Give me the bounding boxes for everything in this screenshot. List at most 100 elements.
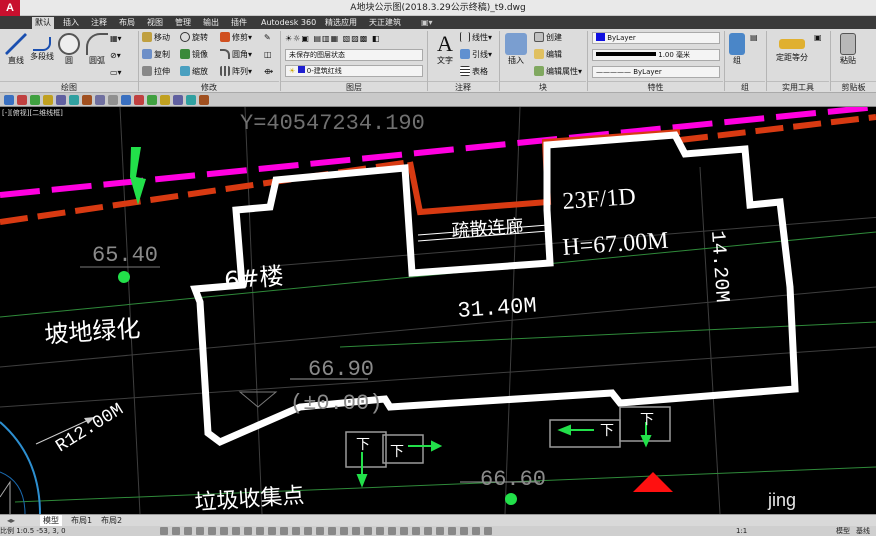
status-toggle-icon[interactable] [196, 527, 204, 535]
layer-state-dropdown[interactable]: 未保存的图层状态 [285, 49, 423, 61]
quick-calc-icon[interactable]: ▣ [814, 31, 822, 45]
tangent-tool-icon[interactable] [17, 95, 27, 105]
groups-panel-title[interactable]: 组 [725, 81, 765, 92]
utilities-panel-title[interactable]: 实用工具 [767, 81, 829, 92]
tangent-tool-icon[interactable] [121, 95, 131, 105]
edit-block-button[interactable]: 编辑 [534, 48, 562, 62]
status-toggle-icon[interactable] [256, 527, 264, 535]
trim-button[interactable]: 修剪▾ [220, 31, 252, 45]
status-toggle-icon[interactable] [472, 527, 480, 535]
tab-view[interactable]: 视图 [144, 17, 166, 29]
tab-autodesk360[interactable]: Autodesk 360 [258, 17, 319, 29]
status-toggle-icon[interactable] [352, 527, 360, 535]
tab-insert[interactable]: 插入 [60, 17, 82, 29]
move-button[interactable]: 移动 [142, 31, 170, 45]
copy-button[interactable]: 复制 [142, 48, 170, 62]
arc-tool[interactable]: 圆弧 [82, 31, 112, 77]
status-toggle-icon[interactable] [232, 527, 240, 535]
erase-icon[interactable]: ✎ [264, 31, 271, 45]
status-toggle-icon[interactable] [220, 527, 228, 535]
tab-annotate[interactable]: 注释 [88, 17, 110, 29]
measure-tool[interactable]: 定距等分 [772, 31, 812, 77]
layout-tab-model[interactable]: 模型 [40, 515, 62, 526]
status-toggle-icon[interactable] [340, 527, 348, 535]
status-toggle-icon[interactable] [448, 527, 456, 535]
region-icon[interactable]: ▭▾ [110, 66, 122, 80]
scale-button[interactable]: 缩放 [180, 65, 208, 79]
tangent-tool-icon[interactable] [186, 95, 196, 105]
status-toggle-icon[interactable] [460, 527, 468, 535]
status-toggle-icon[interactable] [304, 527, 312, 535]
status-toggle-icon[interactable] [244, 527, 252, 535]
tangent-tool-icon[interactable] [147, 95, 157, 105]
array-button[interactable]: 阵列▾ [220, 65, 252, 79]
properties-panel-title[interactable]: 特性 [588, 81, 723, 92]
status-toggle-icon[interactable] [400, 527, 408, 535]
tangent-tool-icon[interactable] [43, 95, 53, 105]
viewport-controls[interactable]: [-][俯视][二维线框] [2, 108, 63, 118]
status-toggle-icon[interactable] [424, 527, 432, 535]
tab-default[interactable]: 默认 [32, 17, 54, 29]
lineweight-dropdown[interactable]: 1.00 毫米 [592, 49, 720, 61]
tangent-tool-icon[interactable] [199, 95, 209, 105]
tangent-tool-icon[interactable] [56, 95, 66, 105]
tangent-tool-icon[interactable] [134, 95, 144, 105]
clipboard-panel-title[interactable]: 剪贴板 [831, 81, 876, 92]
tab-tangent[interactable]: 天正建筑 [366, 17, 404, 29]
status-toggle-icon[interactable] [388, 527, 396, 535]
annotation-scale[interactable]: 1:1 [736, 526, 747, 536]
status-toggle-icon[interactable] [436, 527, 444, 535]
tangent-tool-icon[interactable] [95, 95, 105, 105]
fillet-button[interactable]: 圆角▾ [220, 48, 252, 62]
tangent-tool-icon[interactable] [30, 95, 40, 105]
status-toggle-icon[interactable] [316, 527, 324, 535]
linetype-dropdown[interactable]: ————— ByLayer [592, 66, 720, 78]
text-tool[interactable]: A 文字 [430, 31, 460, 77]
hatch-icon[interactable]: ⊘▾ [110, 49, 121, 63]
status-toggle-icon[interactable] [376, 527, 384, 535]
status-toggle-icon[interactable] [160, 527, 168, 535]
workspace-switch[interactable]: 基线 [856, 526, 870, 536]
tangent-tool-icon[interactable] [82, 95, 92, 105]
table-button[interactable]: 表格 [460, 65, 488, 79]
rotate-button[interactable]: 旋转 [180, 31, 208, 45]
linear-dim-button[interactable]: 线性▾ [460, 31, 492, 45]
tangent-tool-icon[interactable] [69, 95, 79, 105]
edit-attributes-button[interactable]: 编辑属性▾ [534, 65, 582, 79]
tab-layout[interactable]: 布局 [116, 17, 138, 29]
status-toggle-icon[interactable] [412, 527, 420, 535]
draw-more-icon[interactable]: ▦▾ [110, 32, 122, 46]
leader-button[interactable]: 引线▾ [460, 48, 492, 62]
status-toggle-icon[interactable] [364, 527, 372, 535]
tab-output[interactable]: 输出 [200, 17, 222, 29]
status-toggle-icon[interactable] [280, 527, 288, 535]
tab-nav-arrows-icon[interactable]: ◂▸ [4, 515, 18, 526]
tangent-tool-icon[interactable] [108, 95, 118, 105]
layout-tab-2[interactable]: 布局2 [98, 515, 125, 526]
status-toggle-icon[interactable] [484, 527, 492, 535]
tangent-tool-icon[interactable] [4, 95, 14, 105]
block-panel-title[interactable]: 块 [500, 81, 586, 92]
status-toggle-icon[interactable] [292, 527, 300, 535]
group-tool[interactable]: 组 [727, 31, 747, 77]
tab-plugins[interactable]: 插件 [228, 17, 250, 29]
create-block-button[interactable]: 创建 [534, 31, 562, 45]
stretch-button[interactable]: 拉伸 [142, 65, 170, 79]
layer-tools-icon[interactable]: ☀☼▣ ▤▥▦ ▧▨▩ ◧ [285, 32, 380, 46]
layers-panel-title[interactable]: 图层 [281, 81, 427, 92]
tangent-tool-icon[interactable] [173, 95, 183, 105]
circle-tool[interactable]: 圆 [54, 31, 84, 77]
annotation-panel-title[interactable]: 注释 [428, 81, 498, 92]
modify-panel-title[interactable]: 修改 [139, 81, 279, 92]
insert-block-tool[interactable]: 插入 [501, 31, 531, 77]
status-toggle-icon[interactable] [268, 527, 276, 535]
model-space-toggle[interactable]: 模型 [836, 526, 850, 536]
group-edit-icon[interactable]: ▤ [750, 31, 758, 45]
draw-panel-title[interactable]: 绘图 [0, 81, 138, 92]
drawing-canvas[interactable]: Y=40547234.190 65.40 坡地绿化 R12.00M 6#楼 疏散… [0, 107, 876, 514]
current-layer-dropdown[interactable]: ☀ 0-建筑红线 [285, 65, 423, 77]
application-menu-button[interactable]: A [0, 0, 20, 16]
color-dropdown[interactable]: ByLayer [592, 32, 720, 44]
status-toggle-icon[interactable] [208, 527, 216, 535]
tab-manage[interactable]: 管理 [172, 17, 194, 29]
